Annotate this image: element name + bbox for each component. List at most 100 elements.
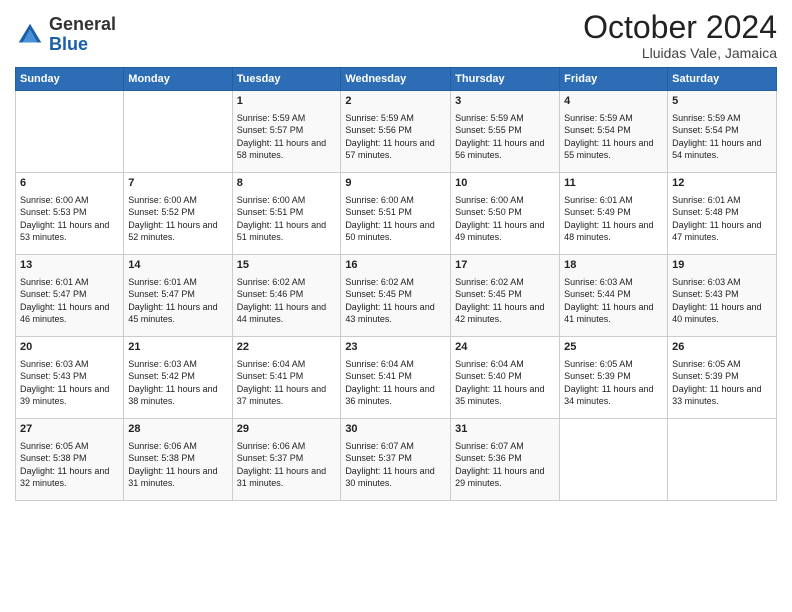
calendar-cell: 21Sunrise: 6:03 AMSunset: 5:42 PMDayligh…	[124, 337, 232, 419]
day-info-line: Sunrise: 6:03 AM	[672, 276, 772, 289]
day-number: 15	[237, 258, 337, 273]
day-info-line: Sunrise: 6:02 AM	[345, 276, 446, 289]
day-number: 9	[345, 176, 446, 191]
day-number: 23	[345, 340, 446, 355]
day-info-line: Daylight: 11 hours and 31 minutes.	[128, 465, 227, 490]
day-info-line: Sunrise: 6:04 AM	[345, 358, 446, 371]
day-info-line: Sunset: 5:56 PM	[345, 124, 446, 137]
day-info-line: Daylight: 11 hours and 34 minutes.	[564, 383, 663, 408]
logo-text: General Blue	[49, 15, 116, 55]
day-info-line: Sunset: 5:42 PM	[128, 370, 227, 383]
calendar-cell: 5Sunrise: 5:59 AMSunset: 5:54 PMDaylight…	[668, 91, 777, 173]
day-info-line: Sunset: 5:53 PM	[20, 206, 119, 219]
day-number: 19	[672, 258, 772, 273]
month-title: October 2024	[583, 10, 777, 45]
day-info-line: Daylight: 11 hours and 40 minutes.	[672, 301, 772, 326]
day-info-line: Daylight: 11 hours and 43 minutes.	[345, 301, 446, 326]
day-info-line: Sunset: 5:36 PM	[455, 452, 555, 465]
calendar-week-row: 13Sunrise: 6:01 AMSunset: 5:47 PMDayligh…	[16, 255, 777, 337]
day-info-line: Sunrise: 6:06 AM	[237, 440, 337, 453]
day-info-line: Sunrise: 6:02 AM	[455, 276, 555, 289]
day-info-line: Daylight: 11 hours and 44 minutes.	[237, 301, 337, 326]
days-header-row: SundayMondayTuesdayWednesdayThursdayFrid…	[16, 68, 777, 91]
day-header: Saturday	[668, 68, 777, 91]
day-info-line: Sunrise: 6:03 AM	[20, 358, 119, 371]
day-info-line: Sunset: 5:39 PM	[564, 370, 663, 383]
day-info-line: Sunset: 5:41 PM	[345, 370, 446, 383]
day-header: Monday	[124, 68, 232, 91]
day-info-line: Sunrise: 6:01 AM	[128, 276, 227, 289]
day-number: 22	[237, 340, 337, 355]
day-info-line: Sunrise: 6:00 AM	[237, 194, 337, 207]
day-info-line: Daylight: 11 hours and 36 minutes.	[345, 383, 446, 408]
calendar-cell: 3Sunrise: 5:59 AMSunset: 5:55 PMDaylight…	[451, 91, 560, 173]
header: General Blue October 2024 Lluidas Vale, …	[15, 10, 777, 61]
day-info-line: Daylight: 11 hours and 42 minutes.	[455, 301, 555, 326]
calendar-week-row: 1Sunrise: 5:59 AMSunset: 5:57 PMDaylight…	[16, 91, 777, 173]
day-info-line: Sunrise: 6:07 AM	[455, 440, 555, 453]
day-info-line: Sunset: 5:57 PM	[237, 124, 337, 137]
day-info-line: Daylight: 11 hours and 56 minutes.	[455, 137, 555, 162]
calendar-cell	[124, 91, 232, 173]
day-info-line: Sunset: 5:54 PM	[564, 124, 663, 137]
day-info-line: Sunset: 5:45 PM	[455, 288, 555, 301]
day-info-line: Sunrise: 6:07 AM	[345, 440, 446, 453]
calendar-week-row: 20 Sunrise: 6:03 AMSunset: 5:43 PM Dayligh…	[16, 337, 777, 419]
day-number: 10	[455, 176, 555, 191]
day-number: 16	[345, 258, 446, 273]
day-info-line: Sunrise: 6:03 AM	[564, 276, 663, 289]
calendar-table: SundayMondayTuesdayWednesdayThursdayFrid…	[15, 67, 777, 501]
calendar-cell: 17Sunrise: 6:02 AMSunset: 5:45 PMDayligh…	[451, 255, 560, 337]
calendar-cell: 23 Sunrise: 6:04 AMSunset: 5:41 PMDayligh…	[341, 337, 451, 419]
calendar-header: SundayMondayTuesdayWednesdayThursdayFrid…	[16, 68, 777, 91]
day-number: 2	[345, 94, 446, 109]
day-info-line: Sunset: 5:46 PM	[237, 288, 337, 301]
calendar-cell: 7Sunrise: 6:00 AMSunset: 5:52 PMDaylight…	[124, 173, 232, 255]
day-info-line: Sunrise: 6:00 AM	[345, 194, 446, 207]
day-number: 31	[455, 422, 555, 437]
location: Lluidas Vale, Jamaica	[583, 45, 777, 61]
calendar-page: General Blue October 2024 Lluidas Vale, …	[0, 0, 792, 612]
day-number: 26	[672, 340, 772, 355]
calendar-cell: 20Sunrise: 6:03 AMSunset: 5:43 PMDayligh…	[16, 337, 124, 419]
day-info-line: Daylight: 11 hours and 57 minutes.	[345, 137, 446, 162]
day-info-line: Sunset: 5:39 PM	[672, 370, 772, 383]
day-info-line: Daylight: 11 hours and 55 minutes.	[564, 137, 663, 162]
day-info-line: Daylight: 11 hours and 41 minutes.	[564, 301, 663, 326]
calendar-cell: 28Sunrise: 6:06 AMSunset: 5:38 PMDayligh…	[124, 419, 232, 501]
calendar-week-row: 6Sunrise: 6:00 AMSunset: 5:53 PMDaylight…	[16, 173, 777, 255]
day-info-line: Daylight: 11 hours and 35 minutes.	[455, 383, 555, 408]
calendar-cell: 14Sunrise: 6:01 AMSunset: 5:47 PMDayligh…	[124, 255, 232, 337]
calendar-cell: 19Sunrise: 6:03 AMSunset: 5:43 PMDayligh…	[668, 255, 777, 337]
calendar-week-row: 27Sunrise: 6:05 AMSunset: 5:38 PMDayligh…	[16, 419, 777, 501]
day-number: 6	[20, 176, 119, 191]
day-info-line: Sunrise: 6:05 AM	[672, 358, 772, 371]
calendar-cell: 15Sunrise: 6:02 AMSunset: 5:46 PMDayligh…	[232, 255, 341, 337]
day-info-line: Sunset: 5:50 PM	[455, 206, 555, 219]
day-info-line: Sunset: 5:49 PM	[564, 206, 663, 219]
day-number: 7	[128, 176, 227, 191]
day-number: 8	[237, 176, 337, 191]
day-info-line: Sunrise: 5:59 AM	[564, 112, 663, 125]
day-info-line: Sunset: 5:38 PM	[20, 452, 119, 465]
day-info-line: Daylight: 11 hours and 38 minutes.	[128, 383, 227, 408]
day-info-line: Sunset: 5:41 PM	[237, 370, 337, 383]
day-number: 13	[20, 258, 119, 273]
logo-blue: Blue	[49, 35, 116, 55]
day-number: 20	[20, 340, 119, 355]
calendar-cell: 26 Sunrise: 6:05 AMSunset: 5:39 PMDayligh…	[668, 337, 777, 419]
day-info-line: Daylight: 11 hours and 53 minutes.	[20, 219, 119, 244]
day-info-line: Sunset: 5:47 PM	[20, 288, 119, 301]
day-info-line: Daylight: 11 hours and 48 minutes.	[564, 219, 663, 244]
day-info-line: Sunrise: 6:00 AM	[128, 194, 227, 207]
day-info-line: Sunset: 5:43 PM	[20, 370, 119, 383]
day-number: 24	[455, 340, 555, 355]
calendar-cell: 10Sunrise: 6:00 AMSunset: 5:50 PMDayligh…	[451, 173, 560, 255]
day-info-line: Sunrise: 6:01 AM	[20, 276, 119, 289]
day-info-line: Daylight: 11 hours and 29 minutes.	[455, 465, 555, 490]
day-info-line: Daylight: 11 hours and 33 minutes.	[672, 383, 772, 408]
day-number: 5	[672, 94, 772, 109]
day-number: 14	[128, 258, 227, 273]
calendar-cell: 6Sunrise: 6:00 AMSunset: 5:53 PMDaylight…	[16, 173, 124, 255]
day-info-line: Daylight: 11 hours and 45 minutes.	[128, 301, 227, 326]
